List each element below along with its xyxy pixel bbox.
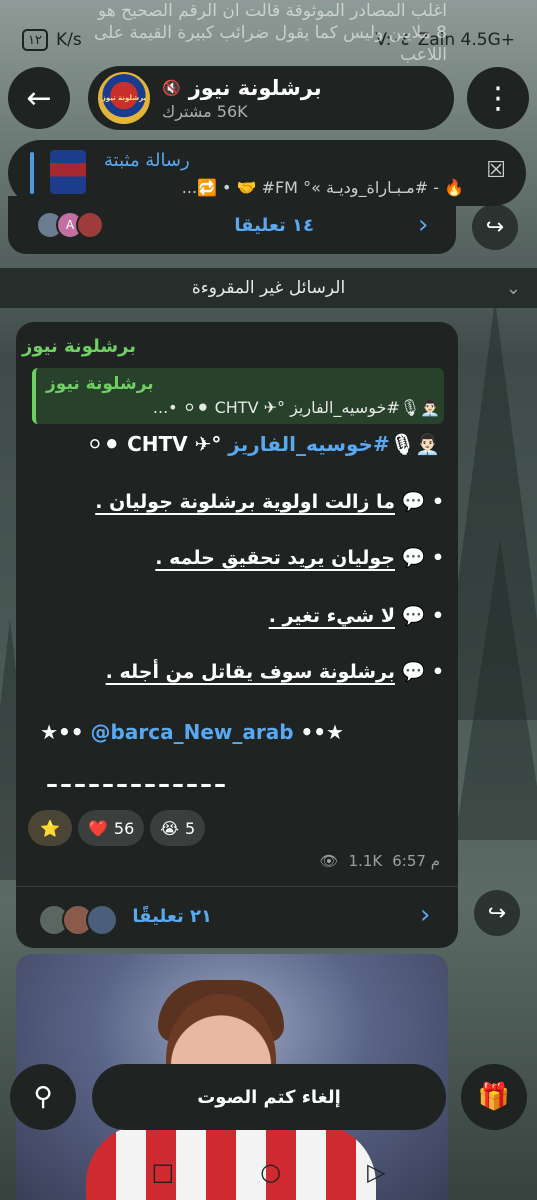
signature-left: ★••	[40, 720, 91, 744]
background-message-text: اغلب المصادر الموثوقة قالت ان الرقم الصح…	[94, 1, 447, 65]
share-icon: ↪	[487, 900, 507, 926]
reaction-star[interactable]: ⭐	[28, 810, 72, 846]
views-count: 1.1K	[348, 852, 383, 870]
commenter-avatar	[86, 904, 118, 936]
channel-name: برشلونة نيوز	[188, 75, 322, 100]
commenter-avatars: A	[36, 211, 104, 239]
channel-name-row: برشلونة نيوز 🔇	[162, 76, 322, 100]
channel-mention-link[interactable]: @barca_New_arab	[91, 720, 294, 744]
status-left: ١٢ K/s	[22, 18, 82, 62]
channel-title-pill[interactable]: برشلونة نيوز برشلونة نيوز 🔇 56K مشترك	[88, 66, 454, 130]
pinned-title: رسالة مثبتة	[104, 150, 190, 171]
reaction-crying[interactable]: 😭 5	[150, 810, 206, 846]
pinned-accent-line	[30, 152, 34, 194]
channel-post[interactable]: برشلونة نيوز برشلونة نيوز 👨🏻‍💼🎙#خوسيه_ال…	[16, 322, 458, 948]
back-arrow-icon: ←	[26, 80, 52, 116]
headline-source: °✈ CHTV ⚫⚪	[86, 432, 229, 456]
comments-count-label: ١٤ تعليقا	[234, 214, 314, 236]
gift-button[interactable]: 🎁	[461, 1064, 527, 1130]
pinned-list-icon[interactable]: ☒	[486, 158, 506, 183]
share-button[interactable]: ↪	[472, 204, 518, 250]
post-comments-bar[interactable]: ٢١ تعليقًا ›	[16, 894, 458, 942]
unmute-button[interactable]: إلغاء كتم الصوت	[92, 1064, 446, 1130]
chevron-right-icon: ›	[420, 900, 431, 930]
pinned-thumbnail	[50, 150, 86, 194]
post-bullet: • 💬 جوليان يريد تحقيق حلمه .	[155, 546, 444, 569]
gift-icon: 🎁	[477, 1082, 511, 1112]
share-icon: ↪	[485, 214, 505, 240]
post-bullet: • 💬 لا شيء تغير .	[269, 604, 444, 627]
star-icon: ⭐	[40, 818, 60, 838]
quote-author: برشلونة نيوز	[46, 374, 154, 394]
post-divider	[16, 886, 458, 887]
post-bullet: • 💬 ما زالت اولوية برشلونة جوليان .	[95, 490, 444, 513]
post-bullet: • 💬 برشلونة سوف يقاتل من أجله .	[106, 660, 444, 683]
post-signature: ★•• @barca_New_arab ••★	[40, 720, 344, 744]
bullet-text: لا شيء تغير .	[268, 605, 395, 627]
battery-indicator: ١٢	[22, 29, 48, 51]
reaction-count: 5	[184, 818, 196, 838]
bullet-text: جوليان يريد تحقيق حلمه .	[155, 547, 395, 569]
post-time: م 6:57	[392, 852, 440, 870]
chat-header: ← برشلونة نيوز برشلونة نيوز 🔇 56K مشترك …	[8, 66, 529, 130]
bullet-text: ما زالت اولوية برشلونة جوليان .	[95, 491, 395, 513]
post-meta: م 6:57 1.1K 👁	[320, 852, 441, 870]
bullet-prefix: • 💬	[394, 605, 444, 627]
unread-messages-divider: الرسائل غير المقروءة ⌄	[0, 268, 537, 308]
bullet-text: برشلونة سوف يقاتل من أجله .	[105, 661, 395, 683]
separator-dashes: –––––––––––––	[46, 770, 228, 798]
bullet-prefix: • 💬	[394, 547, 444, 569]
channel-title-block: برشلونة نيوز 🔇 56K مشترك	[162, 76, 322, 121]
eye-icon: 👁	[319, 852, 339, 870]
pinned-preview-text: 🔥 - #مـبـاراة_وديـة »° FM# 🤝 • 🔁...	[181, 178, 464, 197]
crying-face-icon: 😭	[160, 818, 179, 838]
bottom-action-bar: ⚲ إلغاء كتم الصوت 🎁	[0, 1064, 537, 1130]
home-icon[interactable]: ○	[260, 1158, 281, 1186]
chevron-right-icon: ›	[418, 210, 429, 240]
channel-logo-text: برشلونة نيوز	[101, 94, 147, 102]
reaction-count: 56	[113, 818, 135, 838]
more-options-button[interactable]: ⋮	[467, 67, 529, 129]
heart-icon: ❤️	[88, 818, 108, 838]
bullet-prefix: • 💬	[394, 491, 444, 513]
pinned-message-bar[interactable]: رسالة مثبتة 🔥 - #مـبـاراة_وديـة »° FM# 🤝…	[8, 140, 526, 206]
search-icon: ⚲	[33, 1082, 53, 1112]
headline-icon: 👨🏻‍💼🎙	[389, 432, 440, 456]
quote-text: 👨🏻‍💼🎙#خوسيه_الفاريز °✈ CHTV ⚫⚪ •...	[152, 398, 440, 417]
comments-count-label: ٢١ تعليقًا	[132, 906, 212, 927]
commenter-avatars	[38, 904, 118, 936]
post-author[interactable]: برشلونة نيوز	[22, 336, 136, 357]
reactions-row: ⭐ ❤️ 56 😭 5	[28, 810, 206, 846]
muted-icon: 🔇	[162, 78, 181, 97]
channel-avatar[interactable]: برشلونة نيوز	[98, 72, 150, 124]
post-headline: 👨🏻‍💼🎙#خوسيه_الفاريز °✈ CHTV ⚫⚪	[87, 432, 440, 456]
signature-right: ••★	[293, 720, 344, 744]
bullet-prefix: • 💬	[394, 661, 444, 683]
nav-back-icon[interactable]: ▷	[367, 1158, 385, 1186]
forwarded-quote[interactable]: برشلونة نيوز 👨🏻‍💼🎙#خوسيه_الفاريز °✈ CHTV…	[32, 368, 444, 424]
avatar-letter: A	[65, 218, 75, 232]
reaction-heart[interactable]: ❤️ 56	[78, 810, 145, 846]
subscriber-count: 56K مشترك	[162, 101, 248, 121]
share-button[interactable]: ↪	[474, 890, 520, 936]
search-button[interactable]: ⚲	[10, 1064, 76, 1130]
commenter-avatar	[76, 211, 104, 239]
system-nav-bar: □ ○ ▷	[0, 1148, 537, 1196]
unmute-label: إلغاء كتم الصوت	[197, 1086, 341, 1108]
headline-hashtag[interactable]: #خوسيه_الفاريز	[228, 432, 389, 456]
collapse-chevron-icon[interactable]: ⌄	[506, 278, 521, 299]
network-speed: K/s	[55, 30, 82, 50]
unread-label: الرسائل غير المقروءة	[191, 278, 346, 298]
more-vertical-icon: ⋮	[483, 80, 513, 116]
recent-apps-icon[interactable]: □	[151, 1158, 174, 1186]
back-button[interactable]: ←	[8, 67, 70, 129]
